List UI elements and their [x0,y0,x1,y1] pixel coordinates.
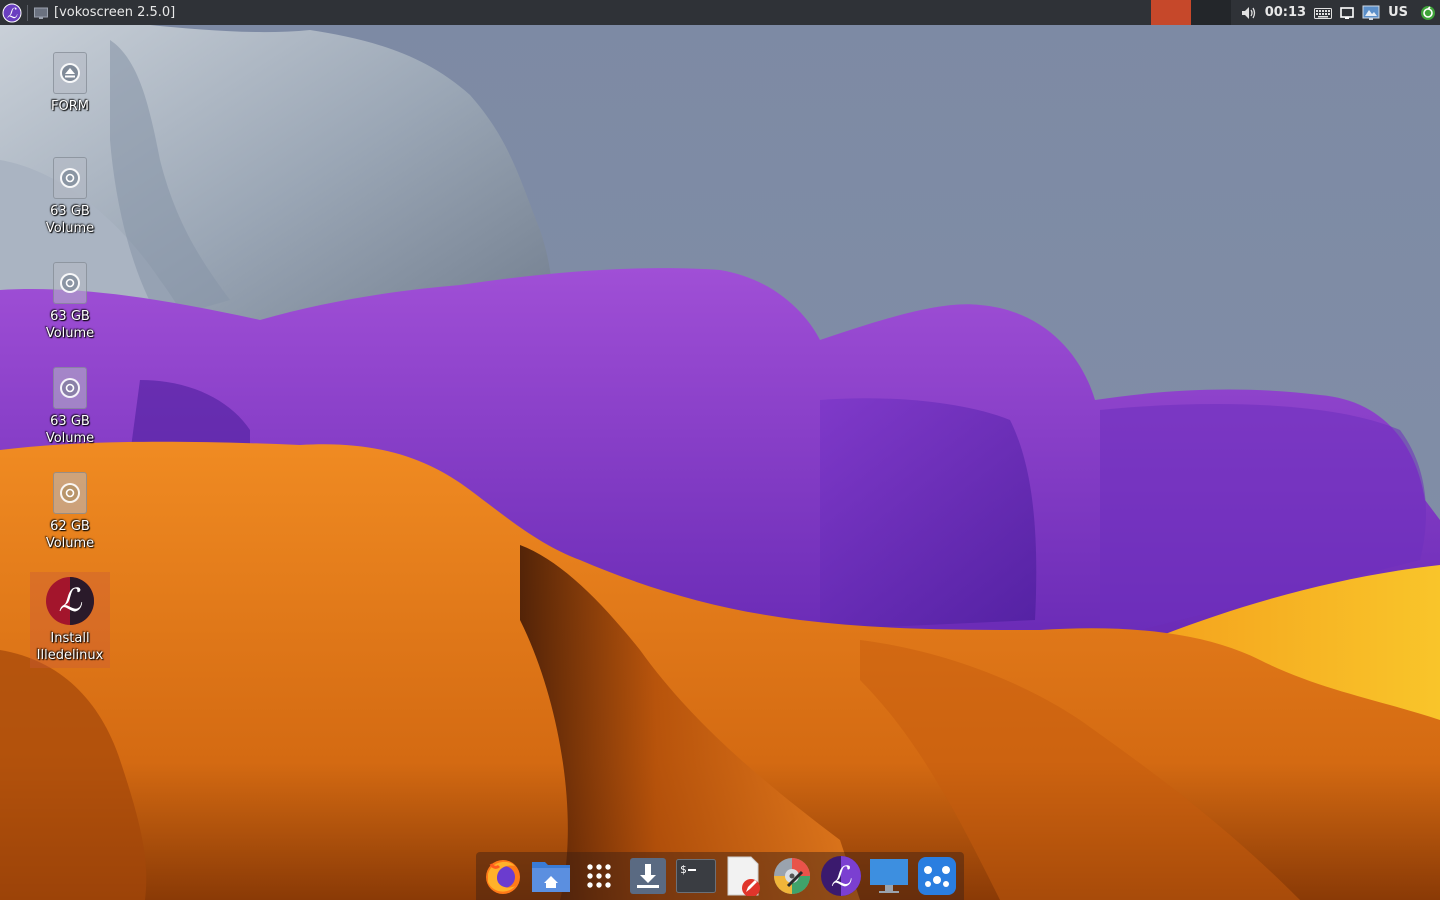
svg-text:ℒ: ℒ [58,581,82,619]
dock-firefox[interactable] [482,855,524,897]
update-tray[interactable] [1420,0,1436,25]
lilidelinux-logo-icon: ℒ [2,3,22,22]
disk-utility-icon [774,858,811,894]
settings-mixer-icon [917,857,956,895]
home-folder-icon [532,862,571,892]
svg-text:ℒ: ℒ [830,860,851,893]
dock-terminal[interactable]: $ [675,855,717,897]
display-icon [1340,6,1354,19]
network-icon [1362,5,1380,20]
desktop-item-label: FORM [51,99,89,114]
dock-app-grid[interactable] [578,855,620,897]
firefox-icon [486,860,520,894]
desktop-item-label: 62 GB Volume [45,519,95,551]
dock-monitor[interactable] [868,855,910,897]
lilidelinux-icon: ℒ [820,856,861,896]
install-logo-icon: ℒ [45,576,95,626]
desktop-item-label: 63 GB Volume [45,414,95,446]
workspace-1[interactable] [1150,0,1191,25]
dock-downloads[interactable] [627,855,669,897]
speaker-icon [1241,6,1255,19]
drive-icon [53,262,87,304]
keyboard-tray[interactable] [1314,0,1333,25]
update-icon [1421,5,1435,20]
desktop-item-form[interactable]: FORM [30,52,110,115]
network-tray[interactable] [1362,0,1380,25]
desktop-item-label: Install Illedelinux [36,631,104,663]
dock-settings[interactable] [916,855,958,897]
top-panel: ℒ [vokoscreen 2.5.0] 00:13 US [0,0,1440,25]
panel-separator [27,4,28,21]
display-tray[interactable] [1340,0,1354,25]
desktop-wallpaper [0,0,1440,900]
drive-icon [53,367,87,409]
dock-home-folder[interactable] [530,855,572,897]
dock-lilidelinux[interactable]: ℒ [820,855,862,897]
keyboard-layout[interactable]: US [1388,5,1408,20]
terminal-icon: $ [675,859,716,893]
monitor-icon [869,859,908,893]
drive-icon [53,157,87,199]
vokoscreen-window-icon [34,7,48,19]
svg-text:$: $ [680,863,687,876]
drive-icon [53,472,87,514]
desktop-item-volume-3[interactable]: 63 GB Volume [30,367,110,447]
app-grid-icon [587,864,612,888]
keyboard-icon [1314,7,1333,19]
svg-text:ℒ: ℒ [7,6,18,22]
downloads-icon [629,858,666,894]
desktop-item-label: 63 GB Volume [45,204,95,236]
volume-button[interactable] [1241,0,1257,25]
clock[interactable]: 00:13 [1265,5,1306,20]
workspace-2[interactable] [1190,0,1231,25]
text-editor-icon [727,856,761,896]
desktop-item-volume-1[interactable]: 63 GB Volume [30,157,110,237]
desktop-item-volume-4[interactable]: 62 GB Volume [30,472,110,552]
window-title: [vokoscreen 2.5.0] [54,5,176,20]
eject-drive-icon [53,52,87,94]
desktop-item-volume-2[interactable]: 63 GB Volume [30,262,110,342]
dock-disk-utility[interactable] [771,855,813,897]
dock-text-editor[interactable] [723,855,765,897]
taskbar-window-vokoscreen[interactable]: [vokoscreen 2.5.0] [32,0,181,25]
app-menu-button[interactable]: ℒ [0,0,24,25]
desktop-item-label: 63 GB Volume [45,309,95,341]
desktop-item-install[interactable]: ℒ Install Illedelinux [30,572,110,668]
dock: $ ℒ [476,852,964,900]
